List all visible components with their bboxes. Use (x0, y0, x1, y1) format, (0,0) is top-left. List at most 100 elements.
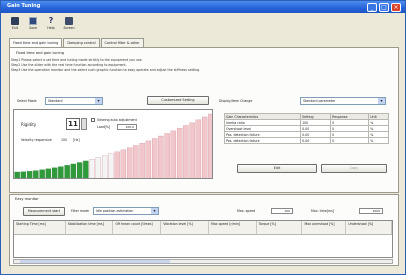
rigidity-bar (51, 167, 58, 178)
grid-column-header[interactable]: Undershoot [%] (346, 221, 392, 234)
grid-header: Starting Time [ms] Stabilization time [m… (14, 221, 392, 235)
chevron-down-icon: ▾ (151, 208, 158, 214)
rigidity-bar (114, 151, 120, 178)
instruction-step3: Step3 Use the operation monitor and the … (11, 68, 201, 72)
instruction-step2: Step2 Use the slider with the real time … (11, 63, 127, 67)
rigidity-bar (164, 133, 170, 178)
rigidity-bar (89, 159, 95, 178)
rigidity-bar (176, 128, 183, 178)
window-title: Gain Tuning (7, 3, 41, 9)
help-label: Help (47, 26, 55, 30)
load-field[interactable]: 100.0 (117, 124, 137, 130)
table-cell: 0.00 (300, 137, 332, 144)
copy-button[interactable]: Copy (321, 164, 387, 173)
grid-scrollbar[interactable] (13, 259, 393, 264)
filter-mode-value: Idle position estimation (96, 209, 134, 213)
rigidity-bar (58, 166, 64, 178)
tab-filter[interactable]: Control filter & other (100, 38, 144, 47)
select-mode-value: Standard (48, 99, 63, 103)
velocity-value: 100 (61, 138, 68, 142)
velocity-label: Velocity responsive (21, 138, 52, 142)
help-button[interactable]: ? Help (43, 14, 59, 34)
rigidity-bar (189, 122, 195, 178)
title-bar[interactable]: Gain Tuning _ □ × (1, 1, 405, 13)
table-cell: % (368, 137, 389, 144)
rigidity-bar (145, 140, 152, 178)
save-icon (29, 17, 37, 25)
select-mode-dropdown[interactable]: Standard ▾ (45, 97, 103, 105)
rigidity-bar (83, 160, 89, 178)
table-row[interactable]: Pos. detection failure 0.00 0 % (223, 137, 389, 144)
grid-column-header[interactable]: Max speed [r/min] (209, 221, 257, 234)
rigidity-bar (95, 157, 102, 178)
rigidity-bar (170, 130, 177, 178)
display-change-value: Standard parameter (303, 99, 336, 103)
rigidity-bar (126, 147, 133, 178)
grid-column-header[interactable]: Off mean count [times] (113, 221, 162, 234)
rigidity-spin-arrows[interactable] (81, 118, 87, 130)
rigidity-bar (195, 119, 202, 178)
rigidity-bar (45, 168, 52, 178)
minimize-button[interactable]: _ (367, 2, 377, 12)
rigidity-bar (76, 162, 83, 178)
tuning-section-label: Fixed time and gain tuning (16, 51, 65, 55)
grid-column-header[interactable]: Stabilization time [ms] (66, 221, 114, 234)
chevron-down-icon: ▾ (95, 98, 102, 104)
grid-column-header[interactable]: Vibration level [%] (161, 221, 209, 234)
app-window: Gain Tuning _ □ × Exit Save ? Help Scree… (0, 0, 406, 275)
close-button[interactable]: × (391, 2, 401, 12)
display-change-label: Display/Item Change (219, 99, 253, 103)
save-button[interactable]: Save (25, 14, 41, 34)
tab-damping[interactable]: Damping control (63, 38, 100, 47)
rigidity-bar (64, 165, 70, 178)
grid-column-header[interactable]: Torque [%] (257, 221, 303, 234)
edit-button[interactable]: Edit (237, 164, 317, 173)
rigidity-bar (39, 169, 45, 178)
rigidity-bar (108, 153, 114, 178)
display-change-dropdown[interactable]: Standard parameter ▾ (300, 97, 386, 105)
rigidity-bar (26, 171, 33, 178)
exit-button[interactable]: Exit (7, 14, 23, 34)
monitor-grid[interactable]: Starting Time [ms] Stabilization time [m… (13, 220, 393, 258)
max-time-label: Max. time[ms] (311, 209, 335, 213)
grid-column-header[interactable]: Max overshoot [%] (302, 221, 347, 234)
rigidity-bar (158, 135, 164, 178)
rigidity-bar (183, 125, 189, 178)
rigidity-label: Rigidity (21, 122, 37, 127)
customized-setting-button[interactable]: Customized Setting (147, 96, 209, 105)
rigidity-bar (139, 143, 145, 178)
window-controls: _ □ × (367, 2, 401, 12)
scrollbar-thumb[interactable] (20, 260, 170, 263)
rigidity-bar (120, 149, 127, 178)
rigidity-bar (101, 155, 108, 178)
max-speed-label: Max. speed (237, 209, 256, 213)
filter-mode-dropdown[interactable]: Idle position estimation ▾ (93, 207, 159, 215)
auto-adjust-checkbox[interactable] (91, 118, 95, 122)
rigidity-bar (14, 171, 20, 178)
rigidity-bar (33, 170, 39, 178)
exit-icon (11, 17, 19, 25)
table-cell: Pos. detection failure (223, 137, 302, 144)
rigidity-bar (70, 163, 77, 178)
auto-adjust-label: Viewing auto adjustment (97, 118, 137, 122)
chevron-down-icon: ▾ (378, 98, 385, 104)
screen-button[interactable]: Screen (61, 14, 77, 34)
max-time-field[interactable]: 1000 (359, 208, 383, 214)
velocity-unit: [Hz] (73, 138, 80, 142)
screen-label: Screen (63, 26, 75, 30)
rigidity-spinbox[interactable]: 11 (66, 118, 80, 130)
toolbar: Exit Save ? Help Screen (3, 14, 403, 36)
max-speed-field[interactable]: 100 (271, 208, 293, 214)
gain-table: Gain Characteristics Setting Response Un… (223, 113, 389, 144)
select-mode-label: Select Mode (17, 99, 37, 103)
screen-icon (65, 17, 73, 25)
instruction-step1: Step1 Please select a set time and tunin… (11, 58, 143, 62)
maximize-button[interactable]: □ (379, 2, 389, 12)
save-label: Save (29, 26, 37, 30)
table-cell: 0 (330, 137, 370, 144)
load-label: Load[%] (97, 125, 111, 129)
rigidity-bar (20, 171, 27, 178)
measurement-start-button[interactable]: Measurement start (23, 207, 65, 216)
grid-column-header[interactable]: Starting Time [ms] (14, 221, 66, 234)
rigidity-bar (208, 113, 212, 178)
